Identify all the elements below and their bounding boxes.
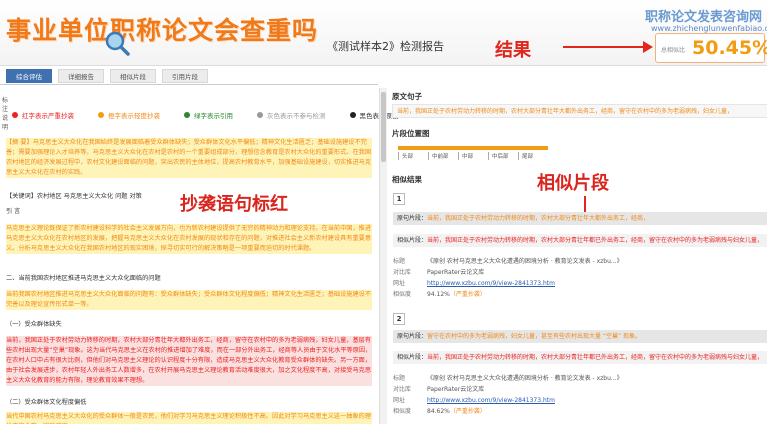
tab-overall[interactable]: 综合评估 xyxy=(6,69,52,83)
result-original-row: 原句片段：留守在农村中的多为老弱病残，妇女儿童，甚至有些农村出现大量 “空巢” … xyxy=(393,330,767,343)
result-original-row: 原句片段：当前，我国正处于农村劳动力转移的时期，农村大部分青壮年大都外出务工，经… xyxy=(393,212,767,225)
position-bar xyxy=(398,146,548,150)
report-title: 《测试样本2》检测报告 xyxy=(327,40,444,53)
left-scrollbar[interactable] xyxy=(379,88,387,424)
legend-item-red: 红字表示严重抄袭 xyxy=(12,110,74,120)
report-tabs: 综合评估 详细报告 相似片段 引用片段 xyxy=(6,69,214,83)
meta-db: 对比库 PaperRater云论文库 xyxy=(393,386,485,393)
legend-item-gray: 灰色表示不参与检测 xyxy=(257,110,326,120)
meta-db: 对比库 PaperRater云论文库 xyxy=(393,269,485,276)
plagiarism-annotation: 抄袭语句标红 xyxy=(180,194,288,215)
abstract-text: 【摘 要】马克思主义大众化在我国始终是发展面临着受众群体缺失；受众群体文化水平偏… xyxy=(6,138,372,178)
result-similar-row: 相似片段：当前，我国正处于农村劳动力转移的时期，农村大部分青壮年都已外出务工，经… xyxy=(393,234,767,247)
source-link[interactable]: http://www.xzbu.com/9/view-2841373.htm xyxy=(427,397,555,404)
pos-label: 中前部 xyxy=(428,152,458,160)
score-box: 总相似比 50.45% xyxy=(655,33,767,63)
gray-dot-icon xyxy=(257,112,263,118)
legend-label: 绿字表示引用 xyxy=(194,112,233,120)
score-label: 总相似比 xyxy=(661,47,686,54)
meta-title: 标题 《原创 农村马克思主义大众化遭遇的困境分析 · 教育论文发表 - xzbu.… xyxy=(393,375,623,382)
position-ticks: 头部 中前部 中部 中后部 尾部 xyxy=(398,152,548,160)
legend-item-green: 绿字表示引用 xyxy=(184,110,233,120)
overlay-title: 事业单位职称论文会查重吗 xyxy=(6,16,319,45)
pos-label: 中后部 xyxy=(488,152,518,160)
section2-text: 当前我国农村地区推进马克思主义大众化面临的问题有：受众群体缺失；受众群体文化程度… xyxy=(6,290,372,310)
meta-similarity: 相似度 94.12%（严重抄袭） xyxy=(393,291,486,298)
result-similar-row: 相似片段：当前，我国正处于农村劳动力转移的时期，农村大部分青壮年都已外出务工，经… xyxy=(393,351,767,364)
sub1-text: 当前，我国正处于农村劳动力转移的时期，农村大部分青壮年大都外出务工，经商，留守在… xyxy=(6,336,372,386)
section2-heading: 二、当前我国农村地区推进马克思主义大众化面临的问题 xyxy=(6,275,161,282)
legend-label: 灰色表示不参与检测 xyxy=(267,112,326,120)
orange-dot-icon xyxy=(98,112,104,118)
watermark-text: 职称论文发表咨询网 xyxy=(645,10,763,25)
result-number: 1 xyxy=(393,193,405,205)
divider xyxy=(0,84,378,85)
result-arrow xyxy=(563,41,653,53)
pos-label: 头部 xyxy=(398,152,428,160)
row-label: 原句片段： xyxy=(397,333,428,340)
meta-title: 标题 《原创 农村马克思主义大众化遭遇的困境分析 · 教育论文发表 - xzbu.… xyxy=(393,258,623,265)
legend-header: 标注说明 xyxy=(2,97,9,131)
row-text: 当前，我国正处于农村劳动力转移的时期，农村大部分青壮年大都外出务工，经商， xyxy=(427,215,650,222)
result-number: 2 xyxy=(393,313,405,325)
sub2-heading: （二）受众群体文化程度偏低 xyxy=(6,399,87,406)
legend: 红字表示严重抄袭 橙字表示轻度抄袭 绿字表示引用 灰色表示不参与检测 黑色表示原… xyxy=(12,110,423,120)
meta-similarity: 相似度 84.62%（严重抄袭） xyxy=(393,408,486,415)
similar-results-title: 相似结果 xyxy=(392,175,422,184)
tab-similar[interactable]: 相似片段 xyxy=(110,69,156,83)
score-value: 50.45% xyxy=(692,37,767,59)
sub1-heading: （一）受众群体缺失 xyxy=(6,321,62,328)
watermark-url: www.zhichenglunwenfabiao.com xyxy=(651,24,767,33)
original-sentence-title: 原文句子 xyxy=(392,92,422,101)
pos-label: 尾部 xyxy=(518,152,548,160)
result-meta: 标题 《原创 农村马克思主义大众化遭遇的困境分析 · 教育论文发表 - xzbu.… xyxy=(393,256,623,300)
intro-text: 马克思主义理论既保证了新农村建设科学的社会主义发展方向，也为新农村建设提供了无穷… xyxy=(6,224,372,254)
original-sentence: 当前，我国正处于农村劳动力转移的时期，农村大部分青壮年大都外出务工，经商，留守在… xyxy=(392,104,767,118)
row-label: 相似片段： xyxy=(397,354,428,361)
position-map-title: 片段位置图 xyxy=(392,129,430,138)
source-link[interactable]: http://www.xzbu.com/9/view-2841373.htm xyxy=(427,280,555,287)
red-dot-icon xyxy=(12,112,18,118)
row-text: 留守在农村中的多为老弱病残，妇女儿童，甚至有些农村出现大量 “空巢” 现象。 xyxy=(427,333,642,340)
legend-item-orange: 橙字表示轻度抄袭 xyxy=(98,110,160,120)
green-dot-icon xyxy=(184,112,190,118)
legend-label: 橙字表示轻度抄袭 xyxy=(108,112,160,120)
row-text: 当前，我国正处于农村劳动力转移的时期，农村大部分青壮年都已外出务工，经商，留守在… xyxy=(427,237,764,244)
meta-url: 网址 http://www.xzbu.com/9/view-2841373.htm xyxy=(393,280,555,287)
result-meta: 标题 《原创 农村马克思主义大众化遭遇的困境分析 · 教育论文发表 - xzbu.… xyxy=(393,373,623,417)
black-dot-icon xyxy=(349,112,356,118)
legend-label: 红字表示严重抄袭 xyxy=(22,112,74,120)
row-label: 相似片段： xyxy=(397,237,428,244)
row-text: 当前，我国正处于农村劳动力转移的时期，农村大部分青壮年都已外出务工，经商，留守在… xyxy=(427,354,764,361)
similar-annotation: 相似片段 xyxy=(537,173,609,194)
tab-quoted[interactable]: 引用片段 xyxy=(162,69,208,83)
tab-detail[interactable]: 详细报告 xyxy=(58,69,104,83)
row-label: 原句片段： xyxy=(397,215,428,222)
sub2-text: 当代中国农村马克思主义大众化的受众群体一般是农民，他们对学习马克思主义理论积极性… xyxy=(6,412,372,424)
meta-url: 网址 http://www.xzbu.com/9/view-2841373.htm xyxy=(393,397,555,404)
scroll-thumb[interactable] xyxy=(381,92,386,162)
result-annotation: 结果 xyxy=(495,40,531,61)
magnifier-icon xyxy=(105,31,130,56)
pos-label: 中部 xyxy=(458,152,488,160)
